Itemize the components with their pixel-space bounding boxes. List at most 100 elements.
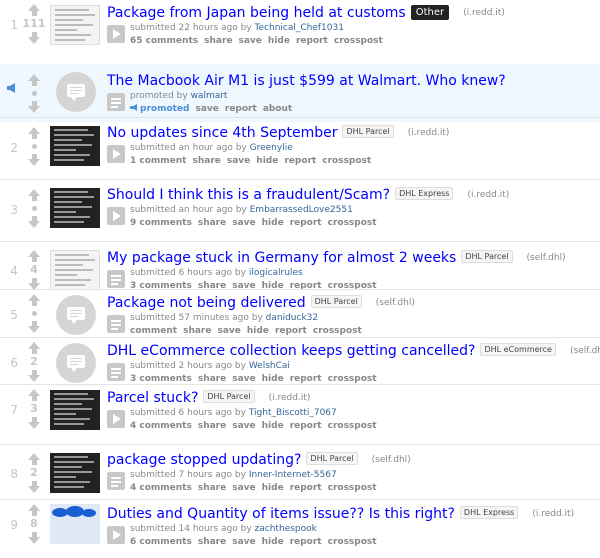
post-thumbnail[interactable] [50, 188, 100, 228]
action-crosspost[interactable]: crosspost [328, 421, 377, 431]
action-report[interactable]: report [290, 374, 322, 384]
action-share[interactable]: share [198, 537, 226, 547]
upvote-arrow-icon[interactable] [22, 504, 46, 516]
play-icon[interactable] [107, 526, 125, 544]
post-thumbnail[interactable] [50, 504, 100, 544]
domain-link[interactable]: (i.redd.it) [532, 509, 574, 519]
action-share[interactable]: share [198, 374, 226, 384]
author-link[interactable]: walmart [191, 91, 228, 101]
action-report[interactable]: report [275, 326, 307, 336]
author-link[interactable]: ilogicalrules [249, 268, 303, 278]
action-report[interactable]: report [290, 421, 322, 431]
downvote-arrow-icon[interactable] [22, 154, 46, 166]
action-report[interactable]: report [296, 36, 328, 46]
action-report[interactable]: report [290, 537, 322, 547]
upvote-arrow-icon[interactable] [22, 453, 46, 465]
author-link[interactable]: daniduck32 [266, 313, 318, 323]
action-about[interactable]: about [263, 104, 292, 114]
downvote-arrow-icon[interactable] [22, 370, 46, 382]
post-title-link[interactable]: Should I think this is a fraudulent/Scam… [107, 187, 390, 203]
play-icon[interactable] [107, 25, 125, 43]
upvote-arrow-icon[interactable] [22, 294, 46, 306]
action-crosspost[interactable]: crosspost [328, 374, 377, 384]
post-thumbnail[interactable] [50, 250, 100, 290]
post-title-link[interactable]: No updates since 4th September [107, 125, 337, 141]
action-save[interactable]: save [232, 537, 255, 547]
author-link[interactable]: Tight_Biscotti_7067 [249, 408, 337, 418]
action-comments[interactable]: 4 comments [130, 421, 192, 431]
downvote-arrow-icon[interactable] [22, 532, 46, 544]
author-link[interactable]: Greenylie [250, 143, 293, 153]
action-comments[interactable]: 9 comments [130, 218, 192, 228]
action-share[interactable]: share [198, 218, 226, 228]
action-comments[interactable]: 6 comments [130, 537, 192, 547]
action-share[interactable]: share [198, 483, 226, 493]
domain-link[interactable]: (i.redd.it) [463, 8, 505, 18]
self-post-thumbnail[interactable] [56, 343, 96, 383]
post-title-link[interactable]: My package stuck in Germany for almost 2… [107, 250, 456, 266]
action-comments[interactable]: 3 comments [130, 374, 192, 384]
text-post-icon[interactable] [107, 315, 125, 333]
action-share[interactable]: share [183, 326, 211, 336]
action-save[interactable]: save [232, 483, 255, 493]
action-share[interactable]: share [204, 36, 232, 46]
domain-link[interactable]: (self.dhl) [527, 253, 566, 263]
action-crosspost[interactable]: crosspost [322, 156, 371, 166]
action-hide[interactable]: hide [262, 537, 284, 547]
action-hide[interactable]: hide [262, 218, 284, 228]
action-hide[interactable]: hide [262, 421, 284, 431]
author-link[interactable]: WelshCai [249, 361, 290, 371]
post-thumbnail[interactable] [50, 390, 100, 430]
play-icon[interactable] [107, 410, 125, 428]
action-comments[interactable]: 4 comments [130, 483, 192, 493]
upvote-arrow-icon[interactable] [22, 74, 46, 86]
play-icon[interactable] [107, 207, 125, 225]
action-comment[interactable]: 1 comment [130, 156, 186, 166]
upvote-arrow-icon[interactable] [22, 342, 46, 354]
action-crosspost[interactable]: crosspost [328, 483, 377, 493]
post-title-link[interactable]: The Macbook Air M1 is just $599 at Walma… [107, 73, 506, 89]
self-post-thumbnail[interactable] [56, 295, 96, 335]
text-post-icon[interactable] [107, 472, 125, 490]
action-share[interactable]: share [192, 156, 220, 166]
action-report[interactable]: report [290, 218, 322, 228]
self-post-thumbnail[interactable] [56, 72, 96, 112]
post-thumbnail[interactable] [50, 126, 100, 166]
action-report[interactable]: report [284, 156, 316, 166]
action-crosspost[interactable]: crosspost [328, 218, 377, 228]
domain-link[interactable]: (self.dhl) [570, 346, 600, 356]
author-link[interactable]: Inner-Internet-5567 [249, 470, 337, 480]
post-title-link[interactable]: Parcel stuck? [107, 390, 198, 406]
play-icon[interactable] [107, 145, 125, 163]
upvote-arrow-icon[interactable] [22, 4, 46, 16]
action-save[interactable]: save [217, 326, 240, 336]
upvote-arrow-icon[interactable] [22, 250, 46, 262]
action-save[interactable]: save [239, 36, 262, 46]
action-comment[interactable]: comment [130, 326, 177, 336]
post-title-link[interactable]: Package not being delivered [107, 295, 306, 311]
author-link[interactable]: zachthespook [255, 524, 317, 534]
action-save[interactable]: save [227, 156, 250, 166]
domain-link[interactable]: (i.redd.it) [408, 128, 450, 138]
action-hide[interactable]: hide [247, 326, 269, 336]
text-post-icon[interactable] [107, 363, 125, 381]
post-thumbnail[interactable] [50, 453, 100, 493]
downvote-arrow-icon[interactable] [22, 481, 46, 493]
author-link[interactable]: EmbarrassedLove2551 [250, 205, 353, 215]
action-crosspost[interactable]: crosspost [313, 326, 362, 336]
downvote-arrow-icon[interactable] [22, 417, 46, 429]
author-link[interactable]: Technical_Chef1031 [255, 23, 344, 33]
action-report[interactable]: report [225, 104, 257, 114]
action-share[interactable]: share [198, 421, 226, 431]
domain-link[interactable]: (i.redd.it) [269, 393, 311, 403]
action-save[interactable]: save [232, 218, 255, 228]
domain-link[interactable]: (self.dhl) [372, 455, 411, 465]
downvote-arrow-icon[interactable] [22, 32, 46, 44]
downvote-arrow-icon[interactable] [22, 321, 46, 333]
post-title-link[interactable]: package stopped updating? [107, 452, 301, 468]
downvote-arrow-icon[interactable] [22, 216, 46, 228]
upvote-arrow-icon[interactable] [22, 189, 46, 201]
text-post-icon[interactable] [107, 93, 125, 111]
action-hide[interactable]: hide [262, 483, 284, 493]
action-save[interactable]: save [232, 421, 255, 431]
